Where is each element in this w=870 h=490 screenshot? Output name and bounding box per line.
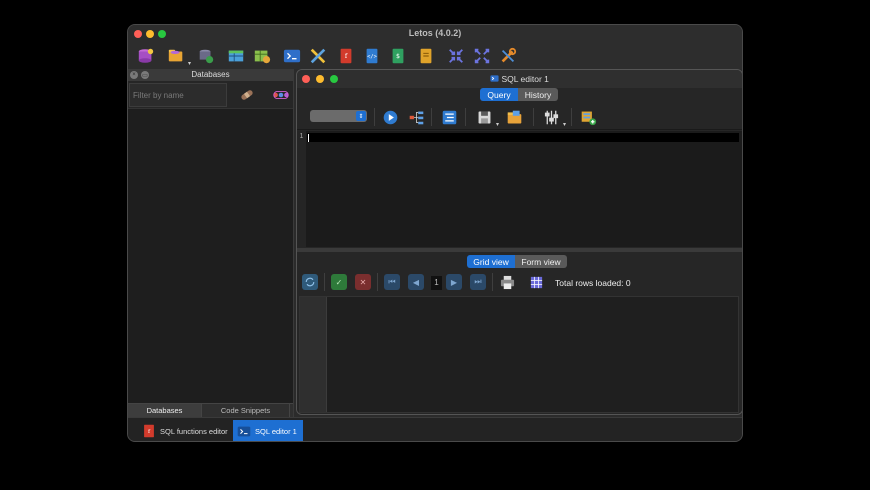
text-cursor	[308, 134, 309, 142]
toolbar-separator	[533, 108, 534, 126]
collapse-arrows-icon[interactable]	[446, 46, 466, 66]
toolbar-separator	[431, 108, 432, 126]
total-rows-label: Total rows loaded: 0	[555, 278, 631, 288]
results-pane: Grid view Form view ✓ ✕ ⏮ ◀ 1 ▶ ⏭ Total …	[297, 252, 742, 414]
page-number[interactable]: 1	[431, 276, 442, 290]
cancel-x-icon[interactable]: ✕	[355, 274, 371, 290]
first-record-icon[interactable]: ⏮	[384, 274, 400, 290]
filter-row	[128, 81, 293, 109]
tab-query[interactable]: Query	[480, 88, 518, 101]
sql-editor-titlebar: SQL editor 1	[297, 70, 742, 88]
svg-text:</>: </>	[367, 54, 377, 60]
pdf-function-icon[interactable]: f	[336, 46, 356, 66]
left-panel-tabs: Databases Code Snippets	[128, 403, 293, 417]
sql-editor-window: SQL editor 1 Query History ⇕ ▾ ▾ 1 Grid …	[296, 69, 742, 415]
sql-code-editor[interactable]: 1	[297, 131, 742, 247]
toolbar-separator	[324, 273, 325, 291]
databases-panel-header: × ▭ Databases	[128, 69, 293, 81]
title-bar: Letos (4.0.2)	[128, 25, 742, 43]
tab-databases[interactable]: Databases	[128, 404, 202, 417]
results-toolbar: ✓ ✕ ⏮ ◀ 1 ▶ ⏭ Total rows loaded: 0	[297, 269, 742, 295]
tab-sql-editor-1[interactable]: SQL editor 1	[233, 420, 303, 441]
query-history-row: Query History	[297, 88, 742, 102]
tab-grid-view[interactable]: Grid view	[467, 255, 515, 268]
document-icon[interactable]	[416, 46, 436, 66]
svg-text:$: $	[396, 53, 400, 60]
save-icon[interactable]: ▾	[474, 107, 499, 128]
query-history-segmented: Query History	[480, 88, 558, 101]
row-header-column	[300, 297, 327, 412]
run-query-icon[interactable]	[380, 107, 400, 127]
database-tree[interactable]	[128, 109, 293, 403]
toolbar-separator	[374, 108, 375, 126]
results-grid[interactable]	[299, 296, 739, 413]
html-code-icon[interactable]: </>	[362, 46, 382, 66]
database-settings-icon[interactable]	[196, 46, 216, 66]
line-number: 1	[299, 133, 304, 140]
format-sql-icon[interactable]	[439, 107, 459, 127]
toolbar-separator	[465, 108, 466, 126]
settings-sliders-icon[interactable]: ▾	[541, 107, 566, 128]
connection-select[interactable]: ⇕	[310, 110, 367, 122]
document-tab-bar: f SQL functions editor SQL editor 1	[128, 417, 742, 441]
script-icon[interactable]: $	[388, 46, 408, 66]
query-builder-icon[interactable]	[578, 107, 598, 127]
toolbar-separator	[492, 273, 493, 291]
print-icon[interactable]	[499, 274, 515, 290]
sql-toolbar: ⇕ ▾ ▾	[297, 104, 742, 130]
terminal-icon[interactable]	[282, 46, 302, 66]
tab-history[interactable]: History	[518, 88, 558, 101]
wrench-screwdriver-icon[interactable]	[498, 46, 518, 66]
database-add-icon[interactable]	[136, 46, 156, 66]
refresh-icon[interactable]	[302, 274, 318, 290]
tab-form-view[interactable]: Form view	[515, 255, 567, 268]
main-window: Letos (4.0.2) ▾ f </> $ × ▭ Databases Fi…	[127, 24, 743, 442]
tab-code-snippets[interactable]: Code Snippets	[202, 404, 290, 417]
terminal-icon	[237, 423, 251, 439]
toolbar-separator	[377, 273, 378, 291]
open-folder-icon[interactable]: ▾	[166, 46, 191, 67]
databases-panel-title: Databases	[191, 70, 230, 79]
bandage-icon[interactable]	[236, 85, 258, 105]
filter-input[interactable]	[129, 83, 227, 107]
expand-arrows-icon[interactable]	[472, 46, 492, 66]
sql-editor-title: SQL editor 1	[297, 74, 742, 84]
main-toolbar: ▾ f </> $	[128, 43, 742, 69]
tab-sql-functions-editor[interactable]: f SQL functions editor	[138, 420, 234, 441]
table-view-icon[interactable]	[226, 46, 246, 66]
window-title: Letos (4.0.2)	[408, 28, 462, 38]
grid-select-icon[interactable]	[528, 274, 544, 290]
previous-record-icon[interactable]: ◀	[408, 274, 424, 290]
select-arrows-icon: ⇕	[356, 111, 366, 121]
explain-plan-icon[interactable]	[406, 107, 426, 127]
next-record-icon[interactable]: ▶	[446, 274, 462, 290]
current-line-highlight	[307, 133, 739, 142]
open-file-icon[interactable]	[504, 107, 524, 127]
line-number-gutter: 1	[297, 131, 306, 247]
table-add-icon[interactable]	[252, 46, 272, 66]
terminal-icon	[490, 75, 499, 82]
grid-form-segmented: Grid view Form view	[467, 255, 567, 268]
tools-crossed-icon[interactable]	[308, 46, 328, 66]
tab-label: SQL editor 1	[255, 426, 297, 436]
toolbar-separator	[571, 108, 572, 126]
sql-editor-title-text: SQL editor 1	[501, 74, 549, 84]
databases-panel: × ▭ Databases Databases Code Snippets	[128, 69, 294, 417]
pdf-function-icon: f	[142, 423, 156, 439]
connections-icon[interactable]	[270, 85, 292, 105]
commit-check-icon[interactable]: ✓	[331, 274, 347, 290]
last-record-icon[interactable]: ⏭	[470, 274, 486, 290]
tab-label: SQL functions editor	[160, 426, 228, 436]
